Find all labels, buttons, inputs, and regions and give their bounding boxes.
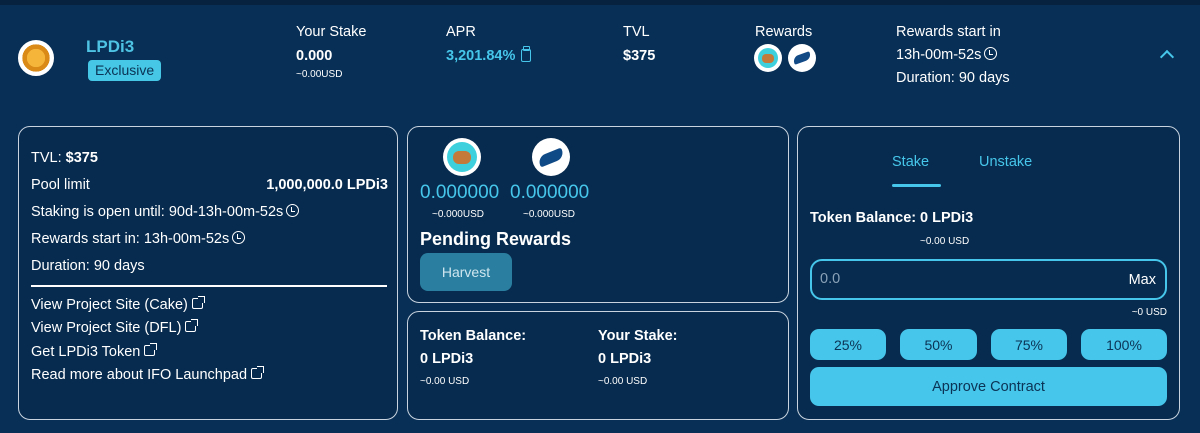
clock-icon	[984, 47, 998, 60]
cake-token-icon	[443, 138, 481, 176]
pool-name: LPDi3	[86, 37, 135, 56]
duration-text: Duration: 90 days	[896, 70, 1010, 86]
chevron-up-icon[interactable]	[1159, 49, 1175, 65]
your-stake-panel-value: 0 LPDi3	[598, 351, 652, 367]
external-link-icon	[191, 296, 205, 309]
lpdi3-token-icon	[18, 40, 54, 76]
apr-value: 3,201.84%	[446, 48, 516, 64]
harvest-button[interactable]: Harvest	[420, 253, 512, 291]
your-stake-usd: ~0.00USD	[296, 69, 343, 80]
your-stake-value: 0.000	[296, 48, 333, 64]
stake-input-usd: ~0 USD	[1131, 307, 1167, 318]
percent-100-button[interactable]: 100%	[1081, 329, 1167, 360]
stake-token-balance-label: Token Balance:	[810, 210, 917, 226]
pool-limit-label: Pool limit	[31, 177, 90, 193]
tvl-value: $375	[623, 48, 656, 64]
cake-reward-usd: ~0.000USD	[432, 209, 484, 220]
divider	[31, 285, 387, 287]
your-stake-label: Your Stake	[296, 24, 367, 40]
clock-icon	[232, 231, 246, 244]
calculator-icon[interactable]	[521, 46, 532, 62]
stake-token-balance-usd: ~0.00 USD	[920, 236, 970, 247]
link-ifo-launchpad[interactable]: Read more about IFO Launchpad	[31, 366, 265, 383]
link-get-token[interactable]: Get LPDi3 Token	[31, 343, 158, 360]
token-balance-value: 0 LPDi3	[420, 351, 474, 367]
pool-limit-value: 1,000,000.0 LPDi3	[266, 177, 388, 193]
percent-50-button[interactable]: 50%	[900, 329, 977, 360]
dfl-reward-amount: 0.000000	[510, 182, 590, 203]
staking-open-row: Staking is open until: 90d-13h-00m-52s	[31, 204, 300, 220]
rewards-label: Rewards	[755, 24, 813, 40]
token-balance-label: Token Balance:	[420, 328, 527, 344]
external-link-icon	[185, 319, 199, 332]
your-stake-panel-label: Your Stake:	[598, 328, 678, 344]
dfl-token-icon	[532, 138, 570, 176]
exclusive-badge: Exclusive	[88, 60, 162, 81]
clock-icon	[286, 204, 300, 217]
pending-rewards-title: Pending Rewards	[420, 229, 572, 249]
tab-unstake[interactable]: Unstake	[979, 154, 1032, 170]
external-link-icon	[251, 366, 265, 379]
your-stake-panel-usd: ~0.00 USD	[598, 376, 648, 387]
token-balance-usd: ~0.00 USD	[420, 376, 470, 387]
tab-stake[interactable]: Stake	[892, 154, 929, 170]
top-strip	[0, 0, 1200, 5]
percent-25-button[interactable]: 25%	[810, 329, 886, 360]
rewards-start-label: Rewards start in	[896, 24, 1001, 40]
info-tvl-label: TVL:	[31, 150, 62, 166]
link-project-site-cake[interactable]: View Project Site (Cake)	[31, 296, 205, 313]
max-button[interactable]: Max	[1129, 272, 1156, 288]
rewards-start-info-row: Rewards start in: 13h-00m-52s	[31, 231, 246, 247]
rewards-start-info-text: Rewards start in: 13h-00m-52s	[31, 231, 230, 247]
rewards-start-value: 13h-00m-52s	[896, 47, 982, 63]
staking-open-text: Staking is open until: 90d-13h-00m-52s	[31, 204, 284, 220]
apr-label: APR	[446, 24, 476, 40]
link-project-site-dfl[interactable]: View Project Site (DFL)	[31, 319, 199, 336]
tvl-label: TVL	[623, 24, 650, 40]
stake-token-balance-value: 0 LPDi3	[920, 210, 974, 226]
rewards-start-row: 13h-00m-52s	[896, 47, 998, 63]
info-tvl-row: TVL: $375	[31, 150, 98, 166]
stake-amount-input[interactable]	[820, 271, 1080, 287]
percent-75-button[interactable]: 75%	[991, 329, 1067, 360]
stake-amount-field[interactable]: Max	[810, 259, 1167, 300]
link-label: View Project Site (DFL)	[31, 320, 182, 336]
link-label: View Project Site (Cake)	[31, 297, 188, 313]
cake-reward-amount: 0.000000	[420, 182, 500, 203]
info-tvl-value: $375	[65, 150, 98, 166]
cake-token-icon	[754, 44, 782, 72]
dfl-token-icon	[788, 44, 816, 72]
link-label: Read more about IFO Launchpad	[31, 367, 248, 383]
link-label: Get LPDi3 Token	[31, 344, 141, 360]
info-duration-text: Duration: 90 days	[31, 258, 145, 274]
apr-row: 3,201.84%	[446, 46, 532, 65]
active-tab-underline	[892, 184, 941, 187]
external-link-icon	[144, 343, 158, 356]
approve-contract-button[interactable]: Approve Contract	[810, 367, 1167, 406]
dfl-reward-usd: ~0.000USD	[523, 209, 575, 220]
